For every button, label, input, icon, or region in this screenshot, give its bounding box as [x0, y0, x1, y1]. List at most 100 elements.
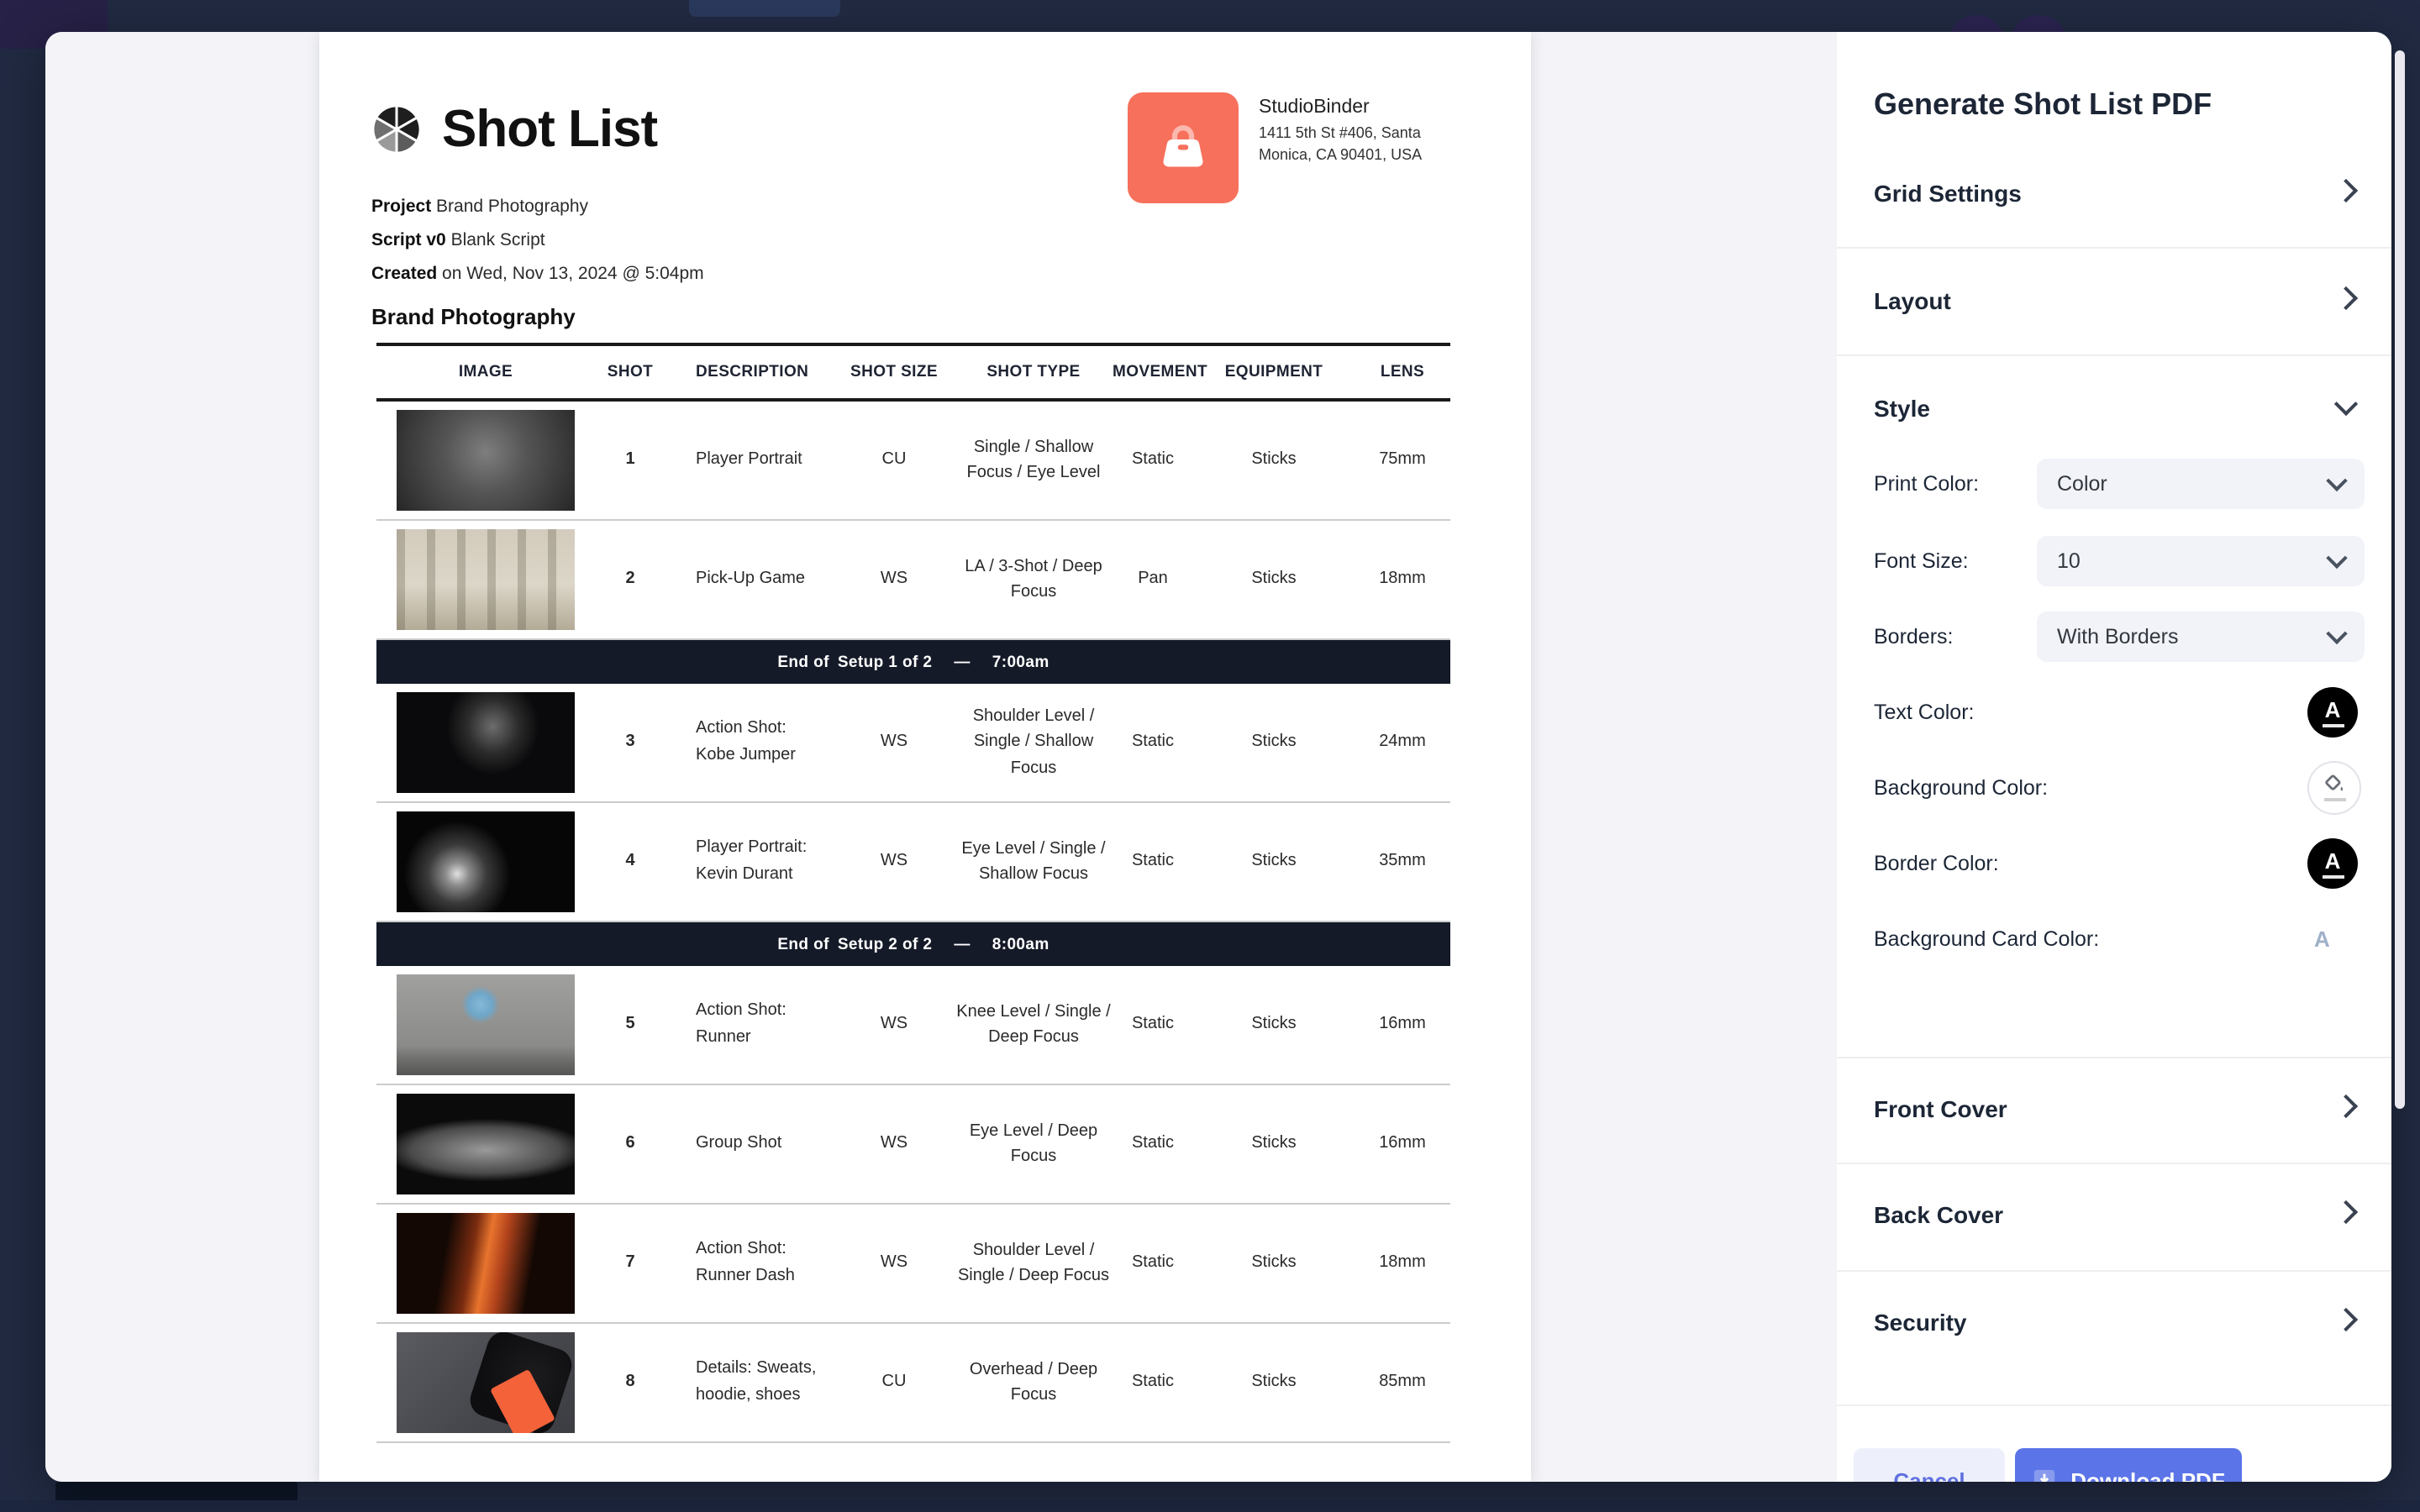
print-color-select[interactable]: Color — [2037, 459, 2365, 509]
table-row: 2 Pick-Up Game WS LA / 3-Shot / Deep Foc… — [376, 521, 1450, 640]
cell-equipment: Sticks — [1251, 570, 1297, 589]
meta-value: Brand Photography — [436, 197, 588, 217]
cell-shot: 1 — [625, 450, 635, 470]
table-row: 4 Player Portrait: Kevin Durant WS Eye L… — [376, 803, 1450, 922]
letter-a-icon: A — [2324, 696, 2341, 722]
cell-shot-size: WS — [880, 732, 908, 752]
pdf-preview-area: Shot List Project Brand Photography Scri… — [45, 32, 1837, 1482]
table-row: 1 Player Portrait CU Single / Shallow Fo… — [376, 402, 1450, 521]
cell-lens: 16mm — [1379, 1134, 1426, 1153]
banner-time: 7:00am — [992, 653, 1050, 671]
selected-value: 10 — [2057, 549, 2081, 573]
cell-equipment: Sticks — [1251, 1134, 1297, 1153]
cancel-button[interactable]: Cancel — [1854, 1448, 2005, 1482]
table-row: 7 Action Shot: Runner Dash WS Shoulder L… — [376, 1205, 1450, 1324]
cell-equipment: Sticks — [1251, 852, 1297, 871]
banner-time: 8:00am — [992, 935, 1050, 953]
end-of-setup-banner: End of Setup 2 of 2 — 8:00am — [376, 922, 1450, 966]
cell-shot-type: Shoulder Level / Single / Shallow Focus — [972, 706, 1095, 778]
cell-movement: Static — [1131, 1253, 1174, 1273]
chevron-right-icon — [2333, 178, 2359, 203]
field-label: Background Color: — [1874, 776, 2049, 800]
cell-shot: 7 — [625, 1253, 635, 1273]
player-portrait-photo — [397, 410, 575, 511]
cell-shot-size: WS — [880, 1015, 908, 1034]
col-header-equipment: EQUIPMENT — [1224, 363, 1323, 381]
section-label: Layout — [1874, 287, 1951, 314]
meta-label: Script v0 — [371, 230, 451, 250]
cell-shot-type: Single / Shallow Focus / Eye Level — [966, 438, 1101, 482]
field-label: Background Card Color: — [1874, 927, 2100, 951]
cell-movement: Static — [1131, 732, 1174, 752]
download-pdf-label: Download PDF — [2070, 1467, 2225, 1482]
color-underline — [2323, 798, 2345, 801]
table-row: 3 Action Shot: Kobe Jumper WS Shoulder L… — [376, 684, 1450, 803]
col-header-shot: SHOT — [607, 363, 654, 381]
letter-a-icon: A — [2314, 927, 2330, 952]
banner-separator: — — [954, 935, 971, 953]
panel-scrollbar[interactable] — [2395, 50, 2405, 1109]
borders-select[interactable]: With Borders — [2037, 612, 2365, 662]
cell-equipment: Sticks — [1251, 1015, 1297, 1034]
col-header-description: DESCRIPTION — [696, 363, 809, 381]
field-label: Font Size: — [1874, 549, 1969, 573]
cell-shot-size: WS — [880, 1253, 908, 1273]
company-address-line2: Monica, CA 90401, USA — [1259, 146, 1423, 163]
group-shot-photo — [397, 1094, 575, 1194]
cell-shot: 8 — [625, 1373, 635, 1392]
col-header-shot-size: SHOT SIZE — [850, 363, 938, 381]
cell-movement: Static — [1131, 1015, 1174, 1034]
cell-equipment: Sticks — [1251, 1373, 1297, 1392]
panel-title: Generate Shot List PDF — [1874, 87, 2212, 121]
chevron-right-icon — [2333, 1307, 2359, 1332]
cell-lens: 16mm — [1379, 1015, 1426, 1034]
pdf-section-title: Brand Photography — [371, 304, 576, 329]
chevron-right-icon — [2333, 1094, 2359, 1119]
cell-description: Player Portrait — [696, 450, 802, 469]
table-header-row: IMAGE SHOT DESCRIPTION SHOT SIZE SHOT TY… — [376, 343, 1450, 402]
pdf-meta-script: Script v0 Blank Script — [371, 230, 1465, 250]
cell-lens: 85mm — [1379, 1373, 1426, 1392]
paint-bucket-icon — [2325, 774, 2344, 791]
runner-photo — [397, 974, 575, 1075]
banner-prefix: End of — [777, 935, 829, 953]
table-row: 8 Details: Sweats, hoodie, shoes CU Over… — [376, 1324, 1450, 1443]
app-root: Shot List Project Brand Photography Scri… — [0, 0, 2420, 1512]
cell-movement: Static — [1131, 1373, 1174, 1392]
section-label: Style — [1874, 395, 1930, 422]
pick-up-game-photo — [397, 529, 575, 630]
cell-description: Details: Sweats, hoodie, shoes — [696, 1359, 817, 1404]
cell-description: Action Shot: Runner — [696, 1001, 786, 1047]
backdrop-toolbar-button — [689, 0, 840, 17]
cell-shot-type: Eye Level / Deep Focus — [969, 1121, 1098, 1166]
nike-details-photo — [397, 1332, 575, 1433]
cell-description: Action Shot: Runner Dash — [696, 1240, 795, 1285]
text-color-picker[interactable]: A — [2307, 687, 2358, 738]
background-color-picker[interactable] — [2307, 761, 2361, 815]
section-label: Front Cover — [1874, 1095, 2007, 1122]
section-label: Back Cover — [1874, 1201, 2004, 1228]
meta-value: Blank Script — [450, 230, 545, 250]
kobe-jumper-photo — [397, 692, 575, 793]
download-pdf-button[interactable]: PDF Download PDF — [2015, 1448, 2242, 1482]
banner-prefix: End of — [777, 653, 829, 671]
cell-movement: Static — [1131, 1134, 1174, 1153]
meta-label: Created — [371, 264, 443, 284]
company-address-line1: 1411 5th St #406, Santa — [1259, 124, 1421, 141]
end-of-setup-banner: End of Setup 1 of 2 — 7:00am — [376, 640, 1450, 684]
border-color-picker[interactable]: A — [2307, 838, 2358, 889]
banner-setup: Setup 1 of 2 — [837, 653, 933, 671]
modal-footer: Cancel PDF Download PDF — [1837, 1404, 2391, 1482]
background-card-color-picker[interactable]: A — [2314, 927, 2330, 952]
studiobinder-logo — [1128, 92, 1239, 203]
pdf-title: Shot List — [442, 99, 658, 158]
divider — [1837, 354, 2391, 356]
cell-shot-type: Overhead / Deep Focus — [969, 1360, 1098, 1404]
divider — [1837, 1270, 2391, 1272]
font-size-select[interactable]: 10 — [2037, 536, 2365, 586]
cell-lens: 75mm — [1379, 450, 1426, 470]
col-header-shot-type: SHOT TYPE — [986, 363, 1081, 381]
cell-shot-size: WS — [880, 852, 908, 871]
cell-shot-type: Knee Level / Single / Deep Focus — [956, 1002, 1111, 1047]
backdrop-bottom-strip — [0, 1500, 2420, 1512]
